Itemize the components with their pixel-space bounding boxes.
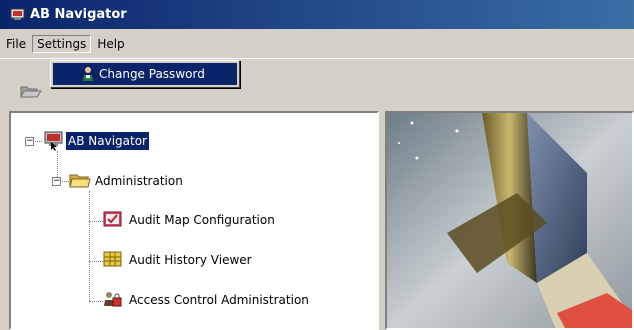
tree-item-access-control[interactable]: Access Control Administration (103, 290, 309, 310)
map-config-icon (103, 210, 125, 230)
user-key-icon (81, 66, 95, 82)
tree-item-audit-history[interactable]: Audit History Viewer (103, 250, 252, 270)
window-title: AB Navigator (30, 7, 127, 22)
tree-root-label: AB Navigator (66, 132, 149, 150)
change-password-label: Change Password (99, 67, 205, 81)
open-folder-icon[interactable] (20, 84, 42, 98)
change-password-item[interactable]: Change Password (53, 63, 237, 85)
splash-image (385, 111, 634, 330)
title-bar: AB Navigator (0, 0, 634, 29)
tree-connector (89, 261, 103, 262)
history-icon (103, 250, 125, 270)
app-icon (10, 8, 26, 21)
menu-bar: File Settings Help (0, 29, 634, 58)
splash-graphic (387, 113, 632, 328)
tree-connector (89, 221, 103, 222)
computer-icon (42, 130, 66, 152)
audit-history-label: Audit History Viewer (129, 253, 252, 267)
menu-file[interactable]: File (1, 35, 31, 53)
folder-icon (69, 171, 93, 191)
access-control-icon (103, 290, 125, 310)
access-control-label: Access Control Administration (129, 293, 309, 307)
settings-dropdown: Change Password (50, 60, 240, 88)
tree-item-audit-map[interactable]: Audit Map Configuration (103, 210, 275, 230)
navigation-tree[interactable]: − AB Navigator − Administration Audit Ma… (9, 111, 379, 330)
menu-help[interactable]: Help (92, 35, 129, 53)
folder-collapse-toggle[interactable]: − (52, 177, 61, 186)
tree-folder-node[interactable]: Administration (69, 171, 183, 191)
tree-folder-label: Administration (95, 174, 183, 188)
tree-connector (89, 301, 103, 302)
root-collapse-toggle[interactable]: − (25, 137, 34, 146)
tree-root-node[interactable]: AB Navigator (42, 130, 149, 152)
menu-settings[interactable]: Settings (32, 34, 92, 53)
audit-map-label: Audit Map Configuration (129, 213, 275, 227)
tree-connector (89, 191, 90, 301)
